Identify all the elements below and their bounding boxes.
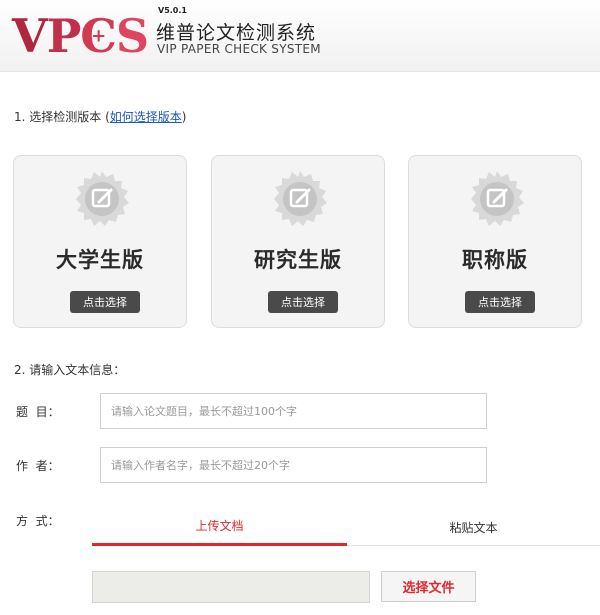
select-professional-button[interactable]: 点击选择: [465, 291, 535, 313]
edit-badge-icon: [76, 171, 129, 226]
author-label: 作 者：: [16, 459, 60, 473]
card-graduate[interactable]: 研究生版 点击选择: [211, 155, 385, 328]
title-label: 题 目：: [16, 405, 60, 419]
card-title: 大学生版: [56, 248, 144, 272]
select-graduate-button[interactable]: 点击选择: [268, 291, 338, 313]
how-to-choose-link[interactable]: 如何选择版本: [110, 110, 182, 124]
file-path-field[interactable]: [92, 571, 370, 603]
title-placeholder: 请输入论文题目，最长不超过100个字: [111, 405, 297, 418]
card-undergraduate[interactable]: 大学生版 点击选择: [13, 155, 187, 328]
choose-file-button[interactable]: 选择文件: [381, 571, 476, 602]
edit-badge-icon: [274, 171, 327, 226]
method-tabs: 上传文档 粘贴文本: [92, 508, 600, 546]
author-input[interactable]: 请输入作者名字，最长不超过20个字: [100, 447, 487, 483]
card-professional[interactable]: 职称版 点击选择: [408, 155, 582, 328]
version-section-title: 1. 选择检测版本 (如何选择版本): [14, 110, 187, 124]
tab-upload-document[interactable]: 上传文档: [92, 508, 347, 546]
title-input[interactable]: 请输入论文题目，最长不超过100个字: [100, 393, 487, 429]
app-subtitle: VIP PAPER CHECK SYSTEM: [157, 42, 321, 56]
method-label: 方 式：: [16, 514, 60, 528]
tab-paste-text[interactable]: 粘贴文本: [347, 508, 600, 546]
text-info-section-title: 2. 请输入文本信息：: [14, 363, 126, 377]
app-title: 维普论文检测系统: [156, 22, 317, 44]
card-title: 研究生版: [254, 248, 342, 272]
card-title: 职称版: [462, 248, 528, 272]
author-placeholder: 请输入作者名字，最长不超过20个字: [111, 459, 290, 472]
vpcs-logo: V P C + S: [12, 9, 149, 63]
version-label: V5.0.1: [158, 6, 187, 15]
select-undergraduate-button[interactable]: 点击选择: [70, 291, 140, 313]
edit-badge-icon: [471, 171, 524, 226]
app-header: V P C + S V5.0.1 维普论文检测系统 VIP PAPER CHECK SY…: [0, 0, 600, 72]
